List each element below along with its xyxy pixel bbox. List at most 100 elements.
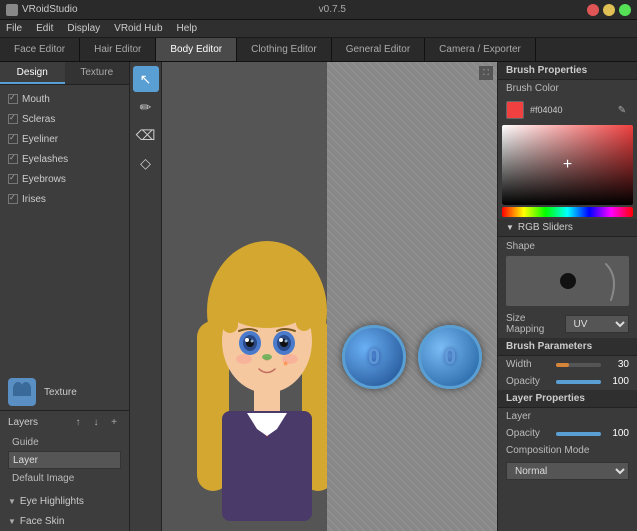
checkbox-eyeliner[interactable]: [8, 134, 18, 144]
version-label: v0.7.5: [319, 4, 346, 15]
app-name: VRoidStudio: [22, 4, 78, 15]
texture-canvas[interactable]: ⛶: [327, 62, 497, 531]
minimize-btn[interactable]: [603, 4, 615, 16]
layer-default-image-label: Default Image: [12, 473, 74, 484]
chevron-eye-highlights: ▼: [8, 497, 16, 506]
tab-clothing-editor[interactable]: Clothing Editor: [237, 38, 332, 61]
composition-mode-select[interactable]: Normal: [506, 462, 629, 480]
subtab-design[interactable]: Design: [0, 62, 65, 84]
checkbox-eyebrows[interactable]: [8, 174, 18, 184]
close-btn[interactable]: [587, 4, 599, 16]
chevron-face-skin: ▼: [8, 517, 16, 526]
opacity-slider-track[interactable]: [556, 380, 602, 384]
layer-row-default-image[interactable]: Default Image: [8, 469, 121, 487]
left-item-eyeliner[interactable]: Eyeliner: [0, 129, 129, 149]
texture-circle-left[interactable]: [342, 325, 406, 389]
select-tool-btn[interactable]: ↖: [133, 66, 159, 92]
rgb-sliders-header[interactable]: ▼ RGB Sliders: [498, 219, 637, 237]
viewport: ↖ ✏ ⌫ ◇: [130, 62, 497, 531]
left-subtabs: Design Texture: [0, 62, 129, 85]
right-panel: Brush Properties Brush Color #f04040 ✎ +…: [497, 62, 637, 531]
brush-color-row: #f04040 ✎: [498, 97, 637, 123]
bottom-item-eye-highlights[interactable]: ▼ Eye Highlights: [0, 491, 129, 511]
width-slider-track[interactable]: [556, 363, 602, 367]
left-item-mouth-label: Mouth: [22, 94, 50, 105]
left-item-irises[interactable]: Irises: [0, 189, 129, 209]
left-item-scleras-label: Scleras: [22, 114, 55, 125]
left-item-eyeliner-label: Eyeliner: [22, 134, 58, 145]
brush-properties-title: Brush Properties: [498, 62, 637, 80]
checkbox-eyelashes[interactable]: [8, 154, 18, 164]
size-mapping-select[interactable]: UV: [565, 315, 630, 333]
tab-body-editor[interactable]: Body Editor: [156, 38, 237, 61]
opacity-value: 100: [605, 376, 629, 387]
rgb-sliders-chevron: ▼: [506, 223, 514, 232]
texture-thumbnail: [8, 378, 36, 406]
color-gradient-plus: +: [563, 156, 572, 174]
canvas-area[interactable]: ★ ⛶: [162, 62, 497, 531]
menubar: File Edit Display VRoid Hub Help: [0, 20, 637, 38]
main-layout: Design Texture Mouth Scleras Eyeliner Ey…: [0, 62, 637, 531]
shape-dot: [560, 273, 576, 289]
left-item-mouth[interactable]: Mouth: [0, 89, 129, 109]
maximize-btn[interactable]: [619, 4, 631, 16]
size-mapping-row: Size Mapping UV: [498, 310, 637, 338]
face-skin-label: Face Skin: [20, 516, 64, 527]
eye-highlights-label: Eye Highlights: [20, 496, 84, 507]
rgb-sliders-label: RGB Sliders: [518, 222, 573, 233]
width-label: Width: [506, 359, 552, 370]
menu-edit[interactable]: Edit: [36, 23, 53, 34]
checkbox-scleras[interactable]: [8, 114, 18, 124]
main-tabbar: Face Editor Hair Editor Body Editor Clot…: [0, 38, 637, 62]
layer-prop-label: Layer: [506, 411, 629, 422]
checkbox-mouth[interactable]: [8, 94, 18, 104]
menu-file[interactable]: File: [6, 23, 22, 34]
layer-guide-label: Guide: [12, 437, 39, 448]
tab-face-editor[interactable]: Face Editor: [0, 38, 80, 61]
center-panel: ↖ ✏ ⌫ ◇: [130, 62, 497, 531]
shape-curve-svg: [591, 262, 621, 302]
layer-name-input[interactable]: [8, 451, 121, 469]
edit-color-icon[interactable]: ✎: [615, 103, 629, 117]
opacity-row: Opacity 100: [498, 373, 637, 390]
pencil-tool-btn[interactable]: ✏: [133, 94, 159, 120]
color-swatch[interactable]: [506, 101, 524, 119]
eraser-tool-btn[interactable]: ⌫: [133, 122, 159, 148]
texture-circle-right[interactable]: [418, 325, 482, 389]
opacity-slider-fill: [556, 380, 602, 384]
texture-label: Texture: [44, 387, 77, 398]
layer-move-down-btn[interactable]: ↓: [89, 415, 103, 429]
layer-move-up-btn[interactable]: ↑: [71, 415, 85, 429]
checkbox-irises[interactable]: [8, 194, 18, 204]
dropper-tool-btn[interactable]: ◇: [133, 150, 159, 176]
app-logo: [6, 4, 18, 16]
texture-item[interactable]: Texture: [0, 374, 129, 410]
layer-opacity-slider-track[interactable]: [556, 432, 602, 436]
expand-icon[interactable]: ⛶: [479, 66, 493, 80]
subtab-texture[interactable]: Texture: [65, 62, 130, 84]
layers-title: Layers: [8, 417, 38, 428]
tab-general-editor[interactable]: General Editor: [332, 38, 425, 61]
layers-header: Layers ↑ ↓ +: [8, 415, 121, 429]
menu-display[interactable]: Display: [67, 23, 100, 34]
width-row: Width 30: [498, 356, 637, 373]
opacity-label: Opacity: [506, 376, 552, 387]
composition-mode-row: Normal: [498, 459, 637, 483]
hue-bar[interactable]: [502, 207, 633, 217]
left-item-scleras[interactable]: Scleras: [0, 109, 129, 129]
brush-color-label: Brush Color: [498, 80, 637, 97]
bottom-item-face-skin[interactable]: ▼ Face Skin: [0, 511, 129, 531]
menu-vroid-hub[interactable]: VRoid Hub: [114, 23, 162, 34]
layer-row-guide[interactable]: Guide: [8, 433, 121, 451]
texture-circles-row: [342, 325, 482, 389]
layer-add-btn[interactable]: +: [107, 415, 121, 429]
tab-camera-exporter[interactable]: Camera / Exporter: [425, 38, 536, 61]
color-gradient[interactable]: +: [502, 125, 633, 205]
layer-row-layer[interactable]: [8, 451, 121, 469]
titlebar: VRoidStudio v0.7.5: [0, 0, 637, 20]
menu-help[interactable]: Help: [177, 23, 198, 34]
layer-opacity-slider-fill: [556, 432, 602, 436]
tab-hair-editor[interactable]: Hair Editor: [80, 38, 156, 61]
left-item-eyelashes[interactable]: Eyelashes: [0, 149, 129, 169]
left-item-eyebrows[interactable]: Eyebrows: [0, 169, 129, 189]
